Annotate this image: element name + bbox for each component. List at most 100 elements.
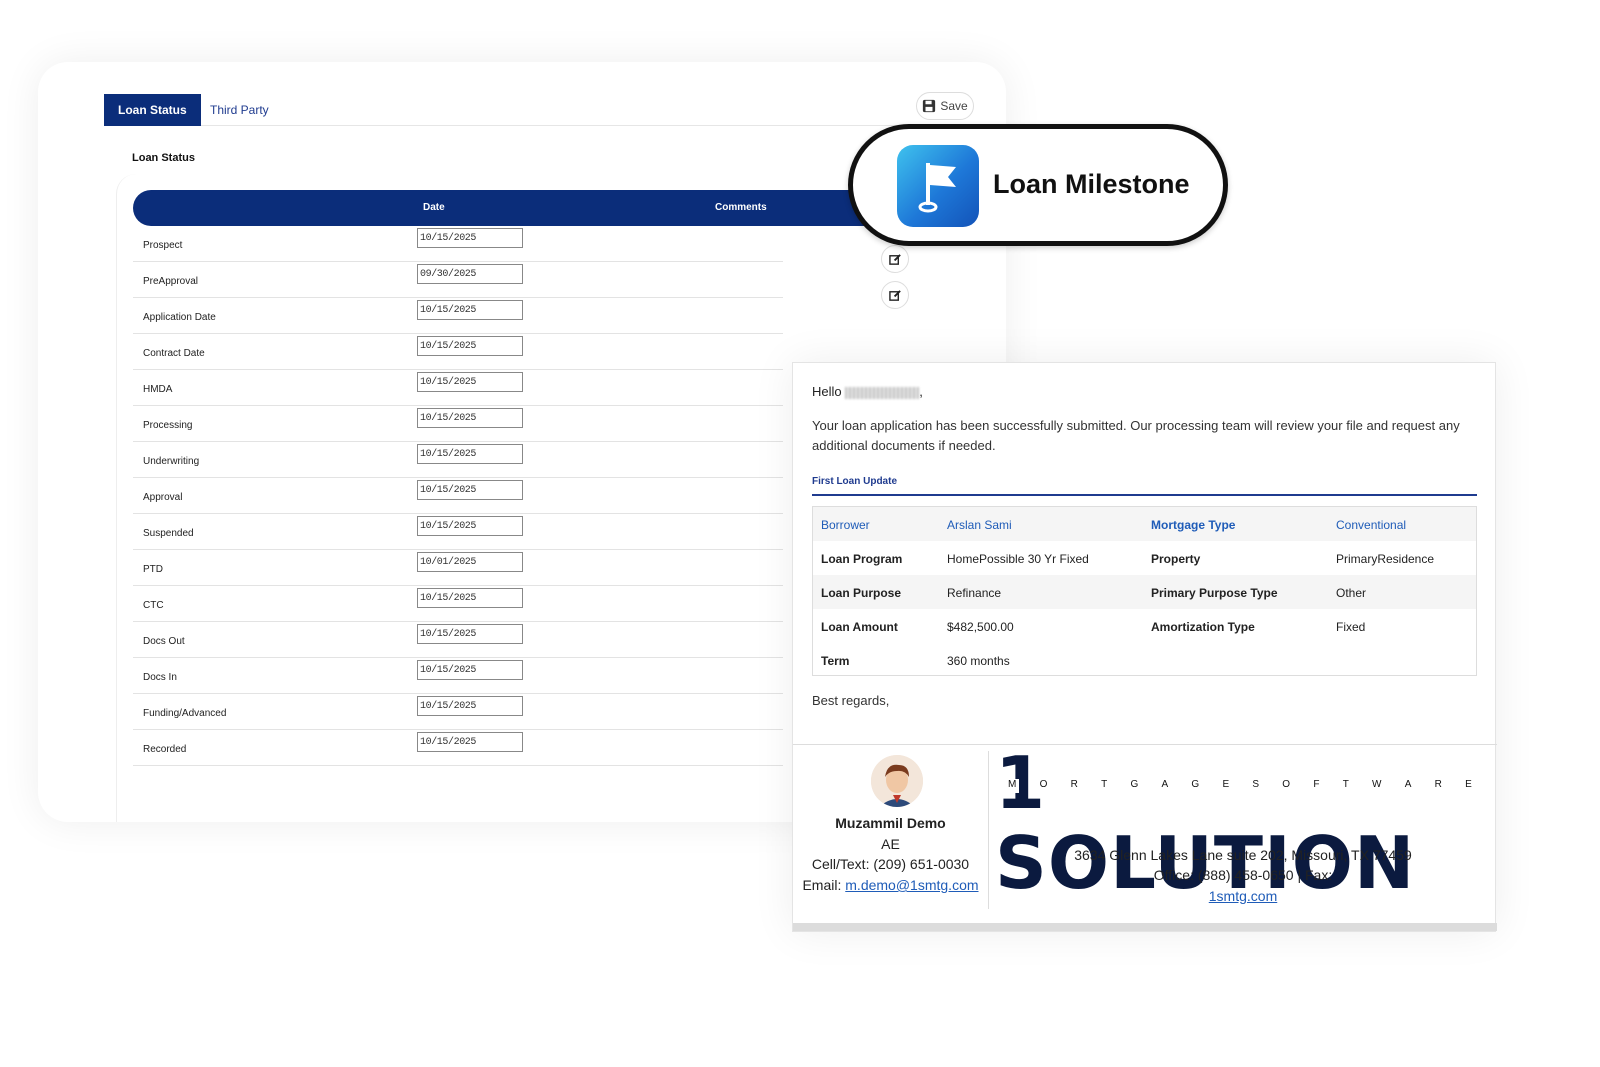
signature-name: Muzammil Demo [835,815,946,831]
milestone-date-input[interactable]: 10/15/2025 [417,732,523,752]
milestone-date-input[interactable]: 10/15/2025 [417,300,523,320]
property-value: PrimaryResidence [1336,552,1435,566]
logo-letter: R [1067,779,1081,793]
mortgage-type-label: Mortgage Type [1151,518,1236,532]
edit-comment-button[interactable] [881,281,909,309]
flag-icon [897,145,979,227]
save-label: Save [940,99,968,113]
table-row: CTC 10/15/2025 [133,586,783,622]
amortization-type-value: Fixed [1336,620,1366,634]
milestone-label: Suspended [143,528,194,539]
logo-letter: F [1310,779,1323,793]
loan-program-label: Loan Program [821,552,903,566]
milestone-label: HMDA [143,384,173,395]
table-row: Funding/Advanced 10/15/2025 [133,694,783,730]
redacted-name [845,386,920,399]
logo-letter: O [1036,779,1051,793]
logo-letter: O [1279,779,1294,793]
footer-bar [793,923,1497,931]
loan-info-table: Borrower Arslan Sami Mortgage Type Conve… [812,506,1477,676]
table-row: Docs Out 10/15/2025 [133,622,783,658]
loan-purpose-value: Refinance [947,586,1002,600]
milestone-date-input[interactable]: 10/15/2025 [417,480,523,500]
company-logo: 1 SOLUTION MORTGAGESOFTWARE [995,743,1485,903]
milestone-date-input[interactable]: 10/15/2025 [417,696,523,716]
milestone-date-input[interactable]: 10/15/2025 [417,336,523,356]
company-website: 1smtg.com [989,888,1497,904]
logo-letter: E [1219,779,1233,793]
milestone-label: Docs Out [143,636,185,647]
milestone-label: Processing [143,420,193,431]
milestone-label: CTC [143,600,164,611]
mortgage-type-value: Conventional [1336,518,1407,532]
milestone-date-input[interactable]: 10/15/2025 [417,408,523,428]
milestone-label: Funding/Advanced [143,708,227,719]
term-value: 360 months [947,654,1010,668]
screenshot-stage: Loan Status Third Party Save Loan Status… [0,0,1600,1067]
email-link[interactable]: m.demo@1smtg.com [845,877,978,893]
edit-comment-button[interactable] [881,245,909,273]
table-row: Loan Purpose Refinance Primary Purpose T… [813,575,1476,609]
loan-amount-value: $482,500.00 [947,620,1014,634]
table-row: Loan Program HomePossible 30 Yr Fixed Pr… [813,541,1476,575]
table-row: HMDA 10/15/2025 [133,370,783,406]
table-row: Underwriting 10/15/2025 [133,442,783,478]
milestone-date-input[interactable]: 10/15/2025 [417,588,523,608]
column-header-comments: Comments [715,202,767,213]
logo-letter: R [1431,779,1445,793]
milestone-date-input[interactable]: 10/15/2025 [417,660,523,680]
table-row: Borrower Arslan Sami Mortgage Type Conve… [813,507,1476,541]
borrower-label: Borrower [821,518,870,532]
logo-subtitle: MORTGAGESOFTWARE [1005,779,1475,793]
milestone-label: Recorded [143,744,187,755]
greeting: Hello , [812,384,923,399]
email-label: Email: [802,877,842,893]
table-row: Approval 10/15/2025 [133,478,783,514]
milestone-date-input[interactable]: 10/15/2025 [417,372,523,392]
primary-purpose-type-label: Primary Purpose Type [1151,586,1278,600]
website-link[interactable]: 1smtg.com [1209,888,1277,904]
milestone-label: Approval [143,492,183,503]
logo-letter: G [1127,779,1142,793]
logo-letter: G [1188,779,1203,793]
tab-third-party[interactable]: Third Party [196,94,283,126]
milestone-label: Underwriting [143,456,200,467]
signature-phone: Cell/Text: (209) 651-0030 [811,856,970,872]
milestone-label: PreApproval [143,276,199,287]
table-row: Contract Date 10/15/2025 [133,334,783,370]
logo-letter: W [1369,779,1385,793]
table-row: Application Date 10/15/2025 [133,298,783,334]
table-row: Term 360 months [813,643,1476,677]
tab-loan-status[interactable]: Loan Status [104,94,201,126]
edit-icon [888,253,901,265]
company-address: 3634 Glenn Lakes Lane suite 202, Missour… [1074,847,1412,863]
loan-purpose-label: Loan Purpose [821,586,902,600]
table-row: Prospect 10/15/2025 [133,226,783,262]
milestone-date-input[interactable]: 10/01/2025 [417,552,523,572]
property-label: Property [1151,552,1201,566]
save-icon [923,99,936,113]
milestone-date-input[interactable]: 10/15/2025 [417,444,523,464]
closing-text: Best regards, [812,693,890,708]
signature-vertical-divider [988,751,989,909]
logo-letter: T [1339,779,1352,793]
signature-role: AE [881,836,900,852]
logo-letter: S [1249,779,1263,793]
intro-text: Your loan application has been successfu… [812,418,1460,453]
update-divider [812,494,1477,496]
section-title: Loan Status [132,152,195,164]
save-button[interactable]: Save [916,92,974,120]
loan-amount-label: Loan Amount [821,620,898,634]
edit-icon [888,289,901,301]
milestone-date-input[interactable]: 10/15/2025 [417,516,523,536]
email-preview: Hello , Your loan application has been s… [792,362,1497,932]
table-row: Loan Amount $482,500.00 Amortization Typ… [813,609,1476,643]
loan-milestone-badge: Loan Milestone [848,124,1228,246]
logo-letter: A [1158,779,1172,793]
table-row: PreApproval 09/30/2025 [133,262,783,298]
table-row: PTD 10/01/2025 [133,550,783,586]
milestone-date-input[interactable]: 10/15/2025 [417,624,523,644]
milestone-date-input[interactable]: 10/15/2025 [417,228,523,248]
logo-letter: M [1005,779,1020,793]
milestone-date-input[interactable]: 09/30/2025 [417,264,523,284]
